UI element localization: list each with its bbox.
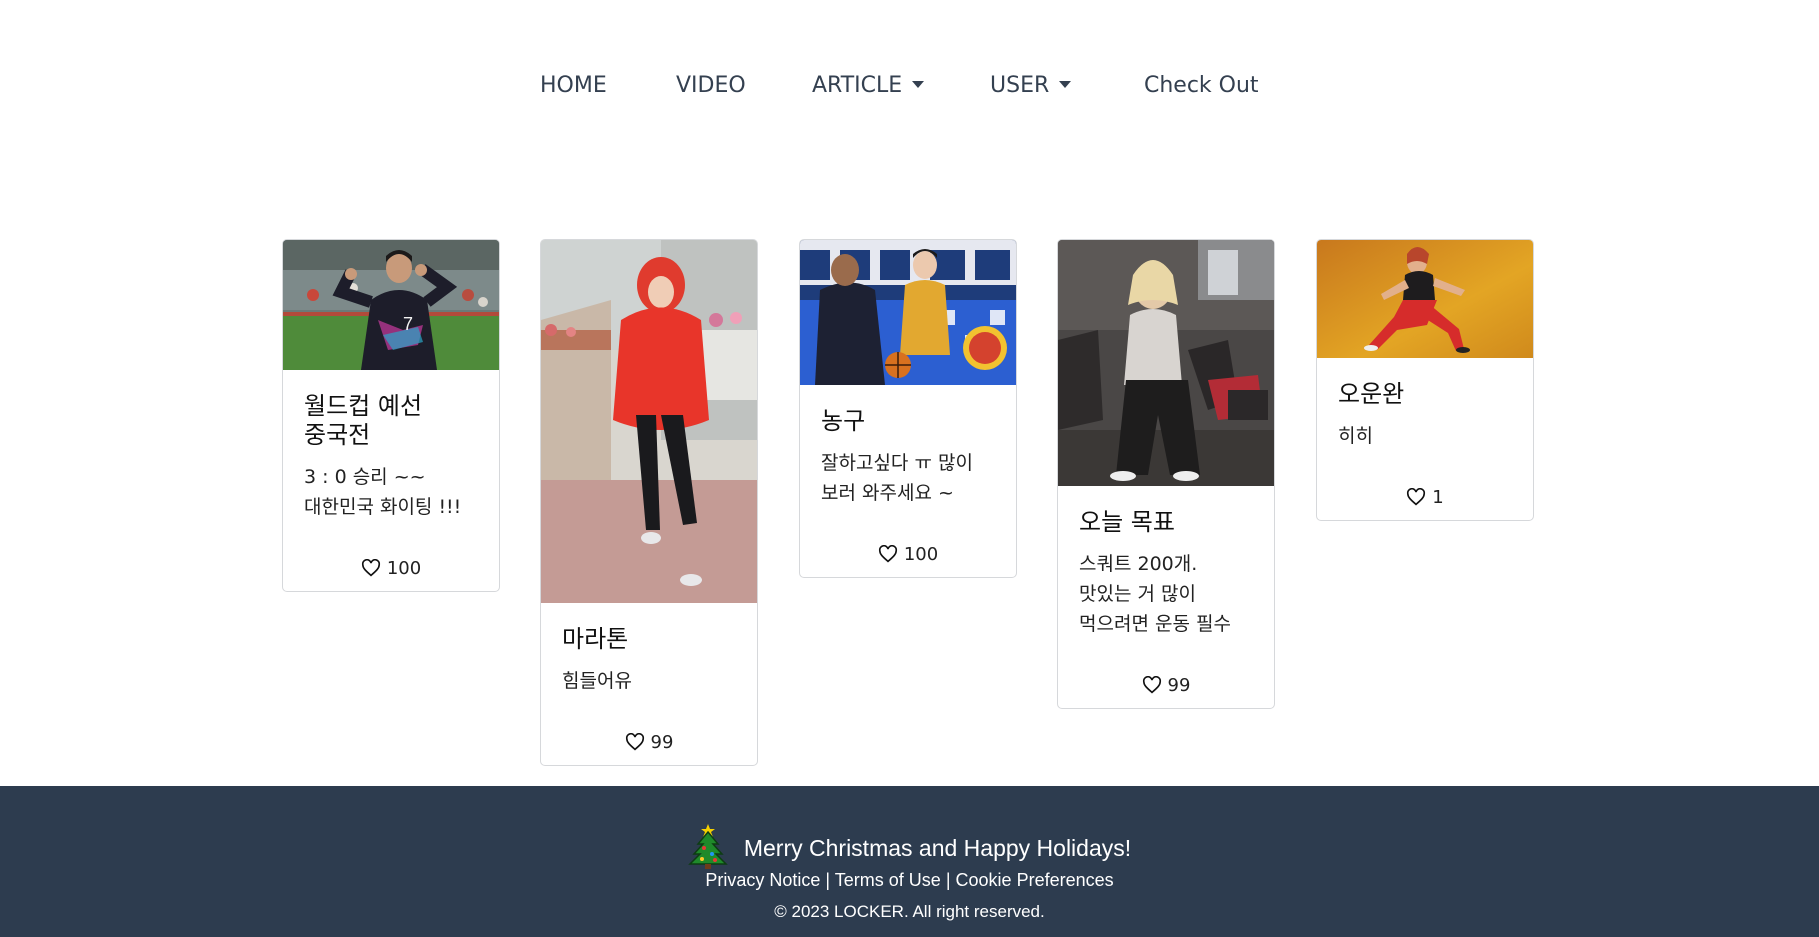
holiday-message-text: Merry Christmas and Happy Holidays! (743, 835, 1132, 861)
link-separator: | (825, 870, 831, 890)
link-separator: | (945, 870, 951, 890)
terms-of-use-link[interactable]: Terms of Use (835, 870, 941, 890)
top-navbar: HOME VIDEO ARTICLE USER Check Out (0, 0, 1819, 175)
post-card[interactable]: 농구 잘하고싶다 ㅠ 많이 보러 와주세요 ~ 100 (799, 239, 1017, 578)
card-title: 월드컵 예선 중국전 (304, 392, 423, 449)
like-count[interactable]: 99 (1058, 639, 1274, 708)
holiday-message: Merry Christmas and Happy Holidays! (0, 820, 1819, 876)
post-card[interactable]: 7 월드컵 예선 중국전 3 : 0 승리 ~~ 대한민국 화이팅 !!! 10… (282, 239, 500, 592)
svg-text:7: 7 (403, 314, 413, 334)
heart-icon[interactable] (878, 544, 898, 563)
heart-icon[interactable] (361, 558, 381, 577)
like-number: 100 (903, 544, 939, 565)
caret-down-icon (1059, 80, 1072, 88)
card-text: 힘들어유 (562, 670, 632, 692)
heart-icon[interactable] (625, 732, 645, 751)
basketball-photo[interactable] (800, 240, 1016, 385)
like-count[interactable]: 99 (541, 696, 757, 765)
post-card[interactable]: 마라톤 힘들어유 99 (540, 239, 758, 766)
card-title: 마라톤 (562, 625, 629, 653)
card-title: 오늘 목표 (1079, 508, 1175, 536)
nav-checkout[interactable]: Check Out (1144, 72, 1259, 100)
site-footer: Merry Christmas and Happy Holidays! Priv… (0, 786, 1819, 937)
like-number: 99 (650, 732, 674, 753)
card-title: 오운완 (1338, 380, 1405, 408)
post-card[interactable]: 오늘 목표 스쿼트 200개. 맛있는 거 많이 먹으려면 운동 필수 99 (1057, 239, 1275, 709)
like-number: 100 (386, 558, 422, 579)
like-number: 1 (1432, 487, 1444, 508)
nav-home[interactable]: HOME (540, 72, 607, 100)
card-text: 히히 (1338, 425, 1373, 447)
christmas-tree-icon (688, 820, 728, 876)
like-count[interactable]: 100 (283, 522, 499, 591)
like-number: 99 (1167, 675, 1191, 696)
post-card[interactable]: 오운완 히히 1 (1316, 239, 1534, 521)
nav-article-label: ARTICLE (812, 73, 903, 98)
privacy-notice-link[interactable]: Privacy Notice (705, 870, 820, 890)
nav-article-dropdown[interactable]: ARTICLE (812, 72, 925, 100)
card-text: 잘하고싶다 ㅠ 많이 보러 와주세요 ~ (821, 452, 973, 504)
card-text: 3 : 0 승리 ~~ 대한민국 화이팅 !!! (304, 466, 462, 518)
heart-icon[interactable] (1142, 675, 1162, 694)
copyright: © 2023 LOCKER. All right reserved. (774, 902, 1045, 921)
card-title: 농구 (821, 407, 866, 435)
nav-video[interactable]: VIDEO (676, 72, 746, 100)
like-count[interactable]: 100 (800, 508, 1016, 577)
caret-down-icon (912, 80, 925, 88)
fitness-photo[interactable] (1317, 240, 1533, 358)
heart-icon[interactable] (1406, 487, 1426, 506)
nav-user-label: USER (990, 73, 1050, 98)
like-count[interactable]: 1 (1317, 451, 1533, 520)
cookie-preferences-link[interactable]: Cookie Preferences (956, 870, 1114, 890)
footer-links: Privacy Notice | Terms of Use | Cookie P… (0, 870, 1819, 891)
card-text: 스쿼트 200개. 맛있는 거 많이 먹으려면 운동 필수 (1079, 553, 1231, 635)
gym-photo[interactable] (1058, 240, 1274, 486)
soccer-player-photo[interactable]: 7 (283, 240, 499, 370)
nav-user-dropdown[interactable]: USER (990, 72, 1072, 100)
runner-photo[interactable] (541, 240, 757, 603)
